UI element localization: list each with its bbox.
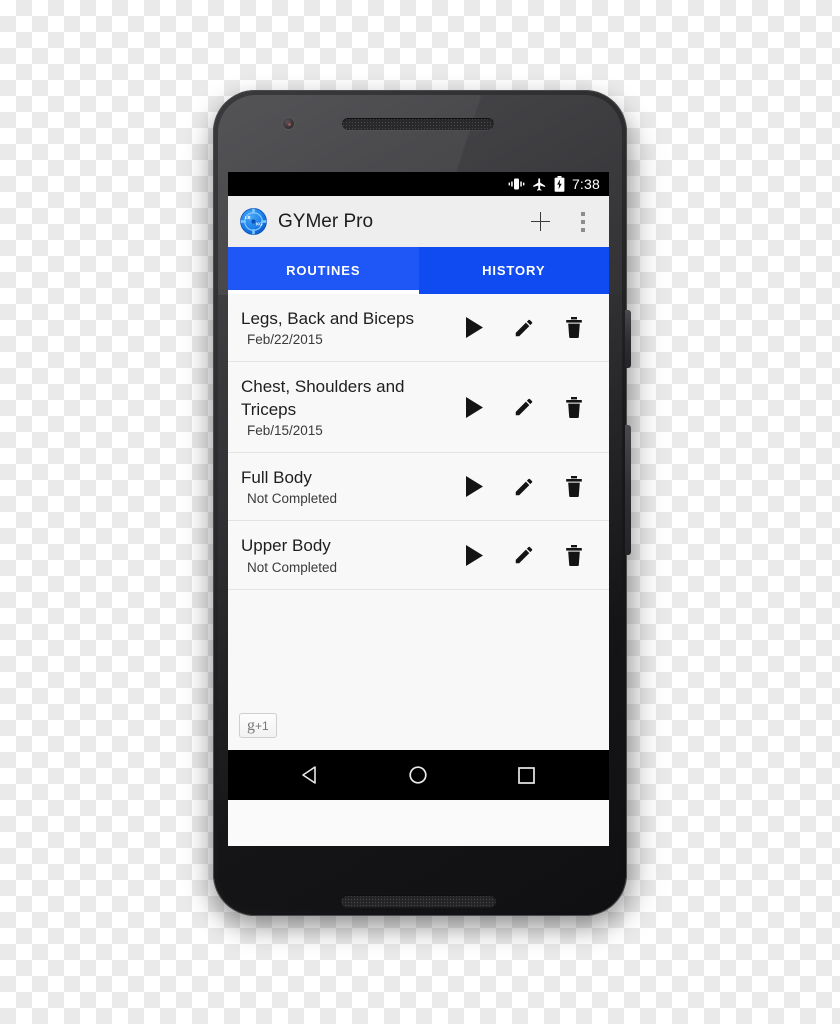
- tab-history[interactable]: HISTORY: [418, 247, 609, 294]
- play-icon[interactable]: [449, 384, 499, 430]
- routine-title: Chest, Shoulders and Triceps: [241, 376, 405, 419]
- table-row[interactable]: Chest, Shoulders and Triceps Feb/15/2015: [228, 362, 609, 453]
- routine-text-block: Legs, Back and Biceps Feb/22/2015: [241, 308, 449, 348]
- row-actions: [449, 532, 599, 578]
- logo-lb-text: LB: [245, 215, 251, 220]
- tab-history-label: HISTORY: [482, 263, 546, 278]
- row-actions: [449, 384, 599, 430]
- row-actions: [449, 464, 599, 510]
- vibrate-icon: [508, 177, 525, 191]
- power-button[interactable]: [625, 310, 631, 368]
- routine-list: Legs, Back and Biceps Feb/22/2015 Chest,…: [228, 294, 609, 750]
- routine-text-block: Full Body Not Completed: [241, 467, 449, 507]
- front-camera-glint: [288, 123, 291, 126]
- more-options-icon[interactable]: [568, 204, 598, 240]
- overflow-dot: [581, 219, 585, 224]
- android-navigation-bar: [228, 750, 609, 800]
- phone-screen: 7:38 LB KG GYMer Pro ROUTINES HISTORY Le…: [228, 172, 609, 846]
- earpiece-speaker-grille: [342, 118, 494, 130]
- add-icon[interactable]: [523, 205, 557, 239]
- delete-trash-icon[interactable]: [549, 305, 599, 351]
- airplane-mode-icon: [532, 177, 547, 192]
- tab-bar: ROUTINES HISTORY: [228, 247, 609, 294]
- gplus-plus-one-label: +1: [255, 718, 269, 733]
- logo-kg-text: KG: [256, 222, 263, 227]
- routine-subtitle: Feb/22/2015: [247, 332, 323, 348]
- recents-square-icon[interactable]: [506, 754, 548, 796]
- gplus-g-letter: g: [247, 716, 255, 734]
- delete-trash-icon[interactable]: [549, 384, 599, 430]
- app-title: GYMer Pro: [278, 210, 374, 232]
- status-bar: 7:38: [228, 172, 609, 196]
- table-row[interactable]: Full Body Not Completed: [228, 453, 609, 521]
- back-triangle-icon[interactable]: [289, 754, 331, 796]
- routine-title: Upper Body: [241, 536, 331, 556]
- home-circle-icon[interactable]: [397, 754, 439, 796]
- routine-text-block: Chest, Shoulders and Triceps Feb/15/2015: [241, 376, 449, 438]
- table-row[interactable]: Legs, Back and Biceps Feb/22/2015: [228, 294, 609, 362]
- play-icon[interactable]: [449, 532, 499, 578]
- edit-pencil-icon[interactable]: [499, 305, 549, 351]
- row-actions: [449, 305, 599, 351]
- status-bar-clock: 7:38: [571, 176, 600, 192]
- battery-charging-icon: [554, 176, 565, 192]
- delete-trash-icon[interactable]: [549, 464, 599, 510]
- google-plus-one-button[interactable]: g +1: [239, 713, 277, 738]
- routine-subtitle: Not Completed: [247, 491, 338, 507]
- table-row[interactable]: Upper Body Not Completed: [228, 521, 609, 590]
- app-bar: LB KG GYMer Pro: [228, 196, 609, 247]
- delete-trash-icon[interactable]: [549, 532, 599, 578]
- routine-text-block: Upper Body Not Completed: [241, 535, 449, 575]
- routine-subtitle: Feb/15/2015: [247, 423, 323, 439]
- routine-title: Legs, Back and Biceps: [241, 308, 414, 328]
- edit-pencil-icon[interactable]: [499, 384, 549, 430]
- overflow-dot: [581, 211, 585, 216]
- screenshot-canvas: 7:38 LB KG GYMer Pro ROUTINES HISTORY Le…: [0, 0, 840, 1024]
- edit-pencil-icon[interactable]: [499, 464, 549, 510]
- tab-routines-label: ROUTINES: [286, 263, 361, 278]
- routine-title: Full Body: [241, 467, 312, 487]
- play-icon[interactable]: [449, 464, 499, 510]
- bottom-speaker-grille: [341, 895, 496, 907]
- overflow-dot: [581, 227, 585, 232]
- tab-routines[interactable]: ROUTINES: [228, 247, 419, 294]
- volume-rocker-button[interactable]: [625, 425, 631, 555]
- routine-subtitle: Not Completed: [247, 559, 338, 575]
- gymer-weight-plate-icon: LB KG: [240, 208, 267, 235]
- edit-pencil-icon[interactable]: [499, 532, 549, 578]
- play-icon[interactable]: [449, 305, 499, 351]
